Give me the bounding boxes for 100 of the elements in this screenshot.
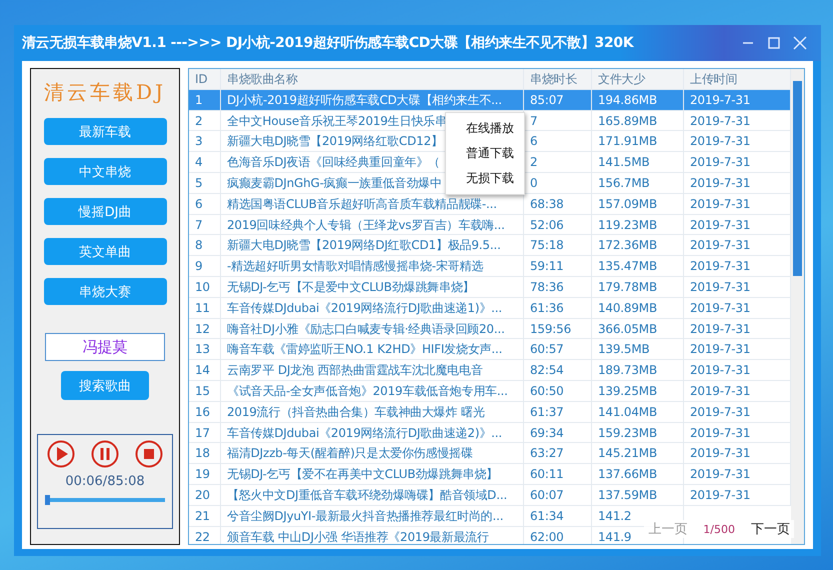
window-title: 清云无损车载串烧V1.1 --->>> DJ小杭-2019超好听伤感车载CD大碟【相约来生不见不散】320K [22,34,635,52]
table-cell: 141.04MB [598,404,657,419]
table-cell: 嗨音车载《雷婷监听王NO.1 K2HD》HIFI发烧女声... [227,342,502,356]
menu-item[interactable]: 在线播放 [446,116,524,141]
table-cell: 141.5MB [598,155,650,170]
table-cell: 7 [530,114,538,128]
table-cell: 21 [195,508,210,523]
table-cell: 179.78MB [598,280,657,294]
table-cell: 2019-7-31 [690,467,750,482]
table-cell: 1 [195,92,202,107]
table-cell: 14 [195,363,210,378]
page-indicator: 1/500 [703,522,735,536]
table-cell: 159.23MB [598,426,657,440]
table-cell: 18 [195,446,210,460]
table-cell: 2019-7-31 [690,155,750,170]
table-cell: 15 [195,384,210,398]
table-cell: 2019-7-31 [690,300,750,315]
table-cell: 0 [530,176,538,190]
table-cell: 172.36MB [598,238,657,252]
table-cell: 2019-7-31 [690,426,750,440]
table-cell: 75:18 [530,238,564,252]
app-logo: 清云车载DJ [44,79,166,106]
table-cell: 13 [195,342,210,356]
table-cell: 69:34 [530,426,564,440]
menu-item[interactable]: 普通下载 [446,141,524,166]
table-cell: 8 [195,238,202,252]
table-cell: 61:37 [530,404,564,419]
table-cell: 171.91MB [598,134,657,148]
table-cell: 兮音尘阙DJyuYI-最新最火抖音热播推荐最红时尚的... [227,508,504,523]
table-cell: 2019-7-31 [690,259,750,274]
table-cell: 3 [195,134,202,148]
table-cell: 2019-7-31 [690,92,750,107]
category-button[interactable]: 英文单曲 [44,238,166,265]
table-cell: 2019-7-31 [690,238,750,252]
table-cell: 61:34 [530,508,564,523]
table-cell: 141.9 [598,530,632,544]
table-cell: 157.09MB [598,196,657,211]
table-cell: 78:36 [530,280,564,294]
table-cell: 2019-7-31 [690,488,750,502]
category-button[interactable]: 中文串烧 [44,158,166,185]
play-icon[interactable] [47,440,75,468]
table-cell: 17 [195,426,210,440]
table-cell: 2019-7-31 [690,280,750,294]
table-cell: 139.5MB [598,342,650,356]
table-cell: 11 [195,300,210,315]
table-cell: 82:54 [530,363,564,378]
table-cell: 2019流行（抖音热曲合集）车载神曲大爆炸 曙光 [227,404,485,419]
table-cell: 52:06 [530,218,564,232]
table-cell: 139.25MB [598,384,657,398]
category-button[interactable]: 最新车载 [44,118,166,145]
progress-track[interactable] [45,495,165,505]
table-cell: 2019-7-31 [690,134,750,148]
next-page-link[interactable]: 下一页 [751,520,790,538]
table-cell: 16 [195,404,210,419]
table-cell: 2019-7-31 [690,363,750,378]
table-cell: 165.89MB [598,114,657,128]
prev-page-link[interactable]: 上一页 [648,520,688,538]
table-cell: 《试音天品-全女声低音炮》2019车载低音炮专用车... [227,384,508,398]
scrollbar[interactable] [791,69,804,544]
category-button[interactable]: 慢摇DJ曲 [44,198,166,225]
table-cell: 6 [195,196,202,211]
table-cell: 4 [195,155,202,170]
search-button[interactable]: 搜索歌曲 [61,371,149,400]
pause-icon[interactable] [91,440,119,468]
table-cell: 9 [195,259,202,274]
table-cell: 2019-7-31 [690,404,750,419]
table-cell: 2019-7-31 [690,446,750,460]
table-cell: 68:38 [530,196,564,211]
table-cell: -精选超好听男女情歌对唱情感慢摇串烧-宋哥精选 [227,259,484,274]
table-cell: 2019-7-31 [690,114,750,128]
search-field[interactable]: 冯提莫 [45,333,165,361]
table-cell: 7 [195,218,202,232]
table-cell: 2019-7-31 [690,218,750,232]
stop-icon[interactable] [135,440,163,468]
table-cell: DJ小杭-2019超好听伤感车载CD大碟【相约来生不... [227,92,502,107]
table-cell: 20 [195,488,210,502]
table-cell: 2019-7-31 [690,384,750,398]
menu-item[interactable]: 无损下载 [446,166,524,191]
table-cell: 85:07 [530,92,564,107]
table-cell: 137.59MB [598,488,657,502]
table-cell: 新疆大电DJ晓雪【2019网络红歌CD12】 [227,134,443,148]
table-cell: 新疆大电DJ晓雪【2019网络DJ红歌CD1】极品9.5... [227,238,501,252]
table-cell: 色海音乐DJ夜语《回味经典重回童年》（ [227,155,440,170]
table-cell: 60:57 [530,342,564,356]
table-cell: 云南罗平 DJ龙泡 西部热曲雷霆战车沈北魔电电音 [227,363,483,378]
table-cell: 颁音车载 中山DJ小强 华语推荐《2019最新最流行 [227,530,489,544]
table-cell: 60:11 [530,467,564,482]
table-cell: 2019-7-31 [690,342,750,356]
table-cell: 60:07 [530,488,564,502]
table-cell: 精选国粤语CLUB音乐超好听高音质车载精品靓碟-... [227,196,497,211]
table-cell: 140.89MB [598,300,657,315]
category-button[interactable]: 串烧大赛 [44,278,166,305]
table-cell: 156.7MB [598,176,650,190]
table-cell: 2019-7-31 [690,322,750,336]
table-cell: 19 [195,467,210,482]
table-cell: 无锡DJ-乞丐【爱不在再美中文CLUB劲爆跳舞串烧】 [227,467,498,482]
table-cell: 6 [530,134,538,148]
table-cell: 22 [195,530,210,544]
table-cell: 福清DJzzb-每天(醒着醉)只是太爱你伤感慢摇碟 [227,446,473,460]
table-cell: 10 [195,280,210,294]
